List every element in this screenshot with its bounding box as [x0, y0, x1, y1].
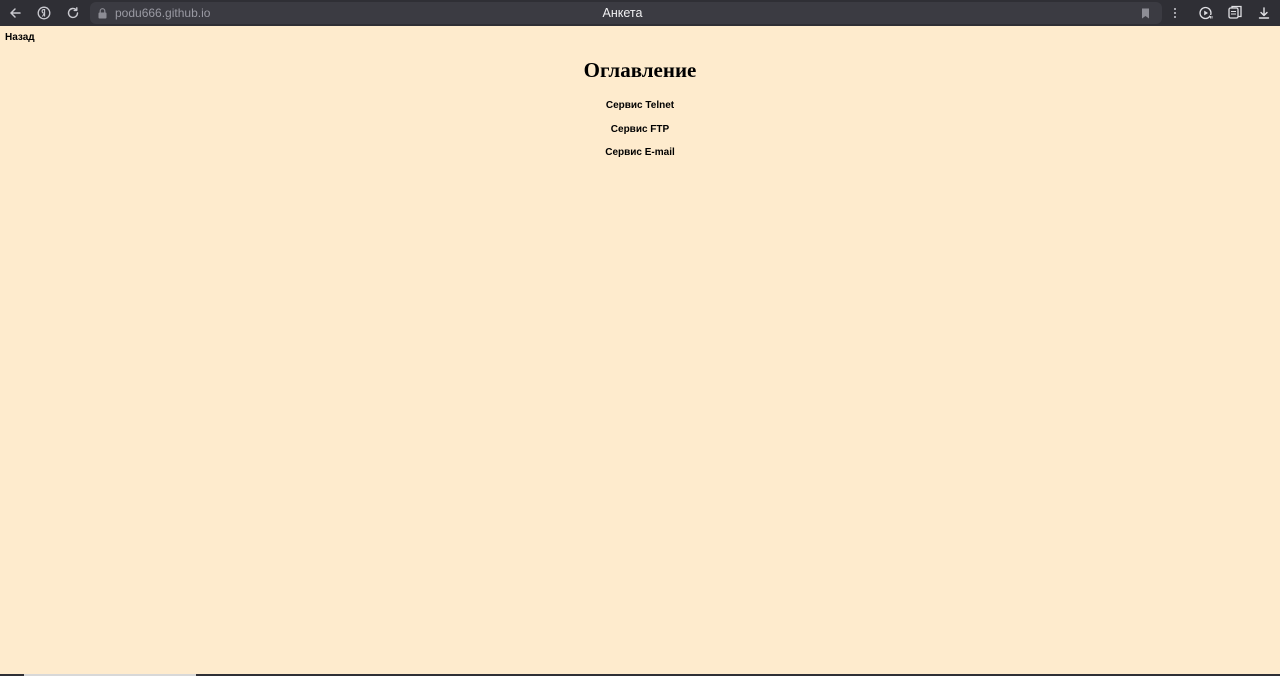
- list-item: Сервис Telnet: [0, 97, 1280, 121]
- toc-link-email[interactable]: Сервис E-mail: [605, 147, 675, 158]
- page-title: Оглавление: [583, 58, 697, 82]
- download-icon[interactable]: [1254, 3, 1274, 23]
- address-bar[interactable]: podu666.github.io Анкета: [90, 2, 1162, 24]
- reload-icon[interactable]: [63, 3, 83, 23]
- browser-toolbar: podu666.github.io Анкета: [0, 0, 1280, 26]
- reader-mode-icon[interactable]: [1225, 3, 1245, 23]
- media-play-icon[interactable]: [1196, 3, 1216, 23]
- tab-title: Анкета: [602, 6, 643, 20]
- bookmark-icon[interactable]: [1138, 6, 1152, 20]
- back-link[interactable]: Назад: [5, 32, 35, 43]
- yandex-logo-icon[interactable]: [34, 3, 54, 23]
- back-arrow-icon[interactable]: [5, 3, 25, 23]
- list-item: Сервис FTP: [0, 121, 1280, 145]
- table-of-contents: Сервис Telnet Сервис FTP Сервис E-mail: [0, 97, 1280, 168]
- toc-link-ftp[interactable]: Сервис FTP: [611, 124, 669, 135]
- toc-link-telnet[interactable]: Сервис Telnet: [606, 100, 674, 111]
- kebab-menu-icon[interactable]: [1165, 3, 1185, 23]
- list-item: Сервис E-mail: [0, 144, 1280, 168]
